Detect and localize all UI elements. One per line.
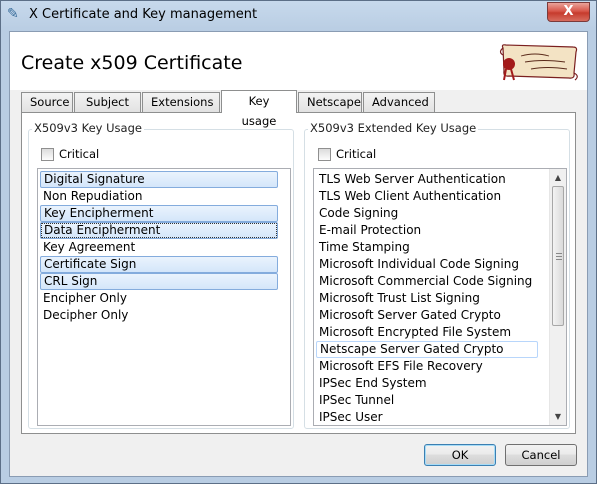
tab-source[interactable]: Source — [21, 92, 73, 112]
list-item[interactable]: TLS Web Server Authentication — [316, 171, 554, 188]
tab-extensions[interactable]: Extensions — [142, 92, 220, 112]
list-item[interactable]: Data Encipherment — [40, 222, 278, 239]
extended-key-usage-list[interactable]: TLS Web Server Authentication TLS Web Cl… — [313, 168, 567, 426]
window-title: X Certificate and Key management — [29, 7, 258, 22]
list-item[interactable]: Key Agreement — [40, 239, 278, 256]
tab-netscape[interactable]: Netscape — [298, 92, 362, 112]
list-item[interactable]: Non Repudiation — [40, 188, 278, 205]
tab-advanced[interactable]: Advanced — [363, 92, 435, 112]
grip-icon — [556, 253, 562, 260]
list-item[interactable]: Certificate Sign — [40, 256, 278, 273]
checkbox-box[interactable] — [318, 148, 331, 161]
checkbox-label: Critical — [59, 147, 100, 161]
dialog-body: Create x509 Certificate Source Subject E… — [9, 31, 588, 477]
list-item[interactable]: IPSec End System — [316, 375, 554, 392]
key-usage-list[interactable]: Digital Signature Non Repudiation Key En… — [37, 168, 291, 426]
list-item[interactable]: IPSec User — [316, 409, 554, 425]
key-pen-icon: ✎ — [7, 6, 19, 22]
page-title: Create x509 Certificate — [21, 52, 243, 74]
scroll-down-arrow-icon[interactable]: ▼ — [550, 408, 566, 425]
checkbox-label: Critical — [336, 147, 377, 161]
list-item[interactable]: Encipher Only — [40, 290, 278, 307]
cancel-button[interactable]: Cancel — [505, 444, 577, 466]
vertical-scrollbar[interactable]: ▲ ▼ — [549, 169, 566, 425]
checkbox-box[interactable] — [41, 148, 54, 161]
ok-button[interactable]: OK — [424, 444, 496, 466]
dialog-window: ✎ X Certificate and Key management X Cre… — [0, 0, 597, 484]
extended-key-usage-group-label: X509v3 Extended Key Usage — [308, 121, 479, 135]
list-item[interactable]: IPSec Tunnel — [316, 392, 554, 409]
list-item[interactable]: Microsoft Encrypted File System — [316, 324, 554, 341]
list-item[interactable]: Microsoft EFS File Recovery — [316, 358, 554, 375]
list-item[interactable]: Microsoft Individual Code Signing — [316, 256, 554, 273]
list-item[interactable]: Key Encipherment — [40, 205, 278, 222]
title-bar[interactable]: ✎ X Certificate and Key management X — [1, 1, 596, 31]
list-item[interactable]: Netscape Server Gated Crypto — [316, 341, 538, 358]
list-item[interactable]: Decipher Only — [40, 307, 278, 324]
scroll-up-arrow-icon[interactable]: ▲ — [550, 169, 566, 186]
list-item[interactable]: Time Stamping — [316, 239, 554, 256]
tab-subject[interactable]: Subject — [74, 92, 141, 112]
scroll-thumb[interactable] — [552, 186, 564, 326]
list-item[interactable]: Microsoft Commercial Code Signing — [316, 273, 554, 290]
list-item[interactable]: CRL Sign — [40, 273, 278, 290]
list-item[interactable]: Microsoft Server Gated Crypto — [316, 307, 554, 324]
list-item[interactable]: Microsoft Trust List Signing — [316, 290, 554, 307]
list-item[interactable]: Code Signing — [316, 205, 554, 222]
scroll-seal-logo — [499, 44, 578, 81]
list-item[interactable]: Digital Signature — [40, 171, 278, 188]
tab-key-usage[interactable]: Key usage — [221, 90, 297, 128]
list-item[interactable]: E-mail Protection — [316, 222, 554, 239]
list-item[interactable]: TLS Web Client Authentication — [316, 188, 554, 205]
close-button[interactable]: X — [547, 2, 590, 22]
key-usage-group-label: X509v3 Key Usage — [32, 121, 144, 135]
header-band: Create x509 Certificate — [10, 32, 587, 90]
key-usage-panel: X509v3 Key Usage Critical Digital Signat… — [21, 112, 576, 434]
